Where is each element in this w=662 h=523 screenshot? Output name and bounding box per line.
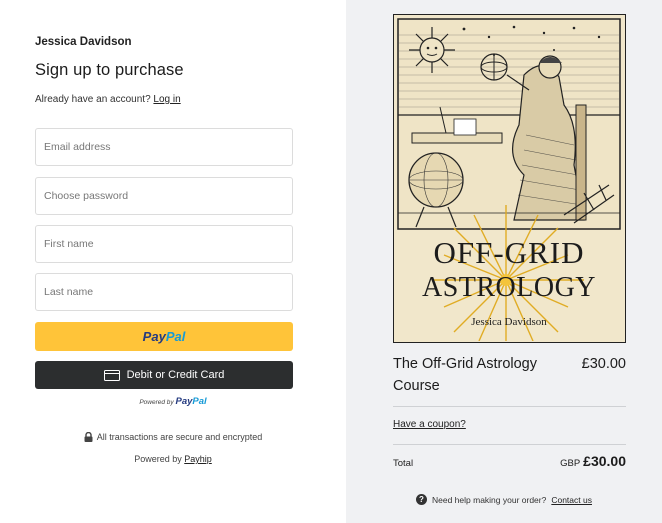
- card-icon: [103, 369, 120, 381]
- product-cover-image: OFF-GRID ASTROLOGY Jessica Davidson: [393, 14, 626, 343]
- paypal-logo-pal: Pal: [165, 329, 186, 344]
- product-title: The Off-Grid Astrology Course: [393, 356, 537, 394]
- account-prompt: Already have an account? Log in: [35, 94, 181, 105]
- paypal-logo-pay: Pay: [142, 329, 166, 344]
- help-text: Need help making your order?: [432, 494, 547, 505]
- divider: [393, 406, 626, 407]
- email-field[interactable]: [35, 128, 293, 166]
- help-icon: ?: [416, 494, 427, 505]
- seller-name: Jessica Davidson: [35, 36, 132, 48]
- powered-by-paypal: Powered by PayPal: [0, 396, 346, 407]
- product-price: £30.00: [581, 356, 626, 372]
- divider: [393, 444, 626, 445]
- secure-text: All transactions are secure and encrypte…: [96, 432, 263, 442]
- paypal-button[interactable]: Pay Pal: [35, 322, 293, 351]
- payhip-link[interactable]: Payhip: [184, 454, 212, 464]
- last-name-field[interactable]: [35, 273, 293, 311]
- contact-us-link[interactable]: Contact us: [551, 495, 592, 505]
- help-row: ? Need help making your order? Contact u…: [346, 494, 662, 505]
- checkout-form-panel: Jessica Davidson Sign up to purchase Alr…: [0, 0, 346, 523]
- page-title: Sign up to purchase: [35, 61, 184, 79]
- total-label: Total: [393, 458, 414, 469]
- powered-by-paypal-text: Powered by: [139, 399, 174, 406]
- secure-notice: All transactions are secure and encrypte…: [0, 432, 346, 442]
- first-name-field[interactable]: [35, 225, 293, 263]
- account-prompt-text: Already have an account?: [35, 94, 151, 105]
- card-button-label: Debit or Credit Card: [126, 369, 225, 381]
- lock-icon: [84, 432, 93, 442]
- total-amount-value: £30.00: [583, 453, 626, 469]
- total-amount: GBP £30.00: [560, 453, 626, 469]
- cover-title-line2: ASTROLOGY: [422, 272, 596, 303]
- powered-by-payhip-text: Powered by: [134, 454, 182, 464]
- powered-by-payhip: Powered by Payhip: [0, 454, 346, 464]
- password-field[interactable]: [35, 177, 293, 215]
- login-link[interactable]: Log in: [153, 94, 180, 105]
- powered-by-paypal-pal: Pal: [192, 396, 207, 407]
- cover-author: Jessica Davidson: [471, 316, 547, 328]
- card-payment-button[interactable]: Debit or Credit Card: [35, 361, 293, 389]
- coupon-link[interactable]: Have a coupon?: [393, 419, 466, 430]
- total-currency: GBP: [560, 458, 581, 469]
- cover-title-line1: OFF-GRID: [434, 235, 585, 270]
- powered-by-paypal-pay: Pay: [175, 396, 193, 407]
